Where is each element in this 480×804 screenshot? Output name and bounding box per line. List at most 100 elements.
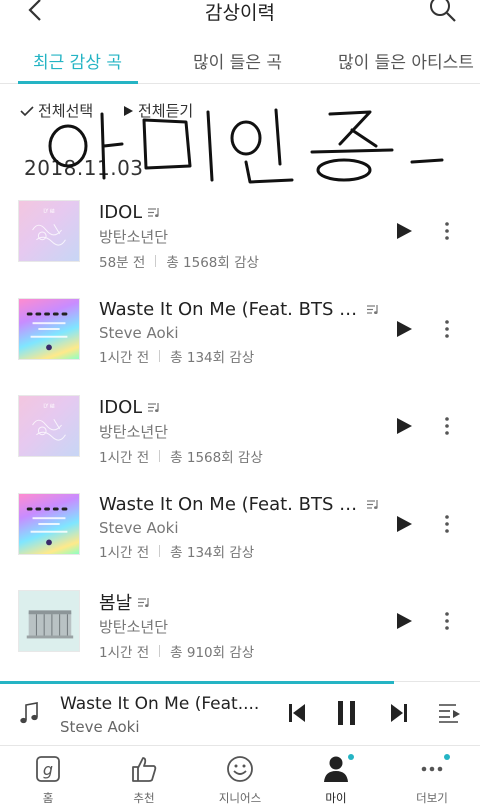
thumbs-up-icon: [132, 757, 157, 782]
tab-bar: 최근 감상 곡 많이 들은 곡 많이 들은 아티스트: [0, 40, 480, 84]
played-time: 1시간 전: [99, 645, 150, 661]
previous-track-icon[interactable]: [287, 702, 307, 724]
music-note-icon: [20, 702, 38, 724]
song-row[interactable]: LY 結 IDOL 방탄소년단 58분 전 총 1568회 감상: [0, 183, 480, 281]
divider: [159, 349, 161, 362]
song-meta: 1시간 전 총 134회 감상: [99, 346, 389, 366]
bottom-nav: g 홈 추천 지니어스 마이 더보기: [0, 745, 480, 804]
song-row[interactable]: 봄날방탄소년단 1시간 전 총 910회 감상: [0, 573, 480, 671]
divider: [159, 450, 161, 462]
date-header: 2018.11.03: [24, 156, 144, 180]
play-count: 총 1568회 감상: [166, 255, 259, 271]
divider: [155, 255, 157, 267]
play-icon[interactable]: [394, 611, 414, 631]
tab-indicator: [18, 81, 138, 84]
pause-icon[interactable]: [336, 700, 358, 726]
tab-most-played-artists[interactable]: 많이 들은 아티스트: [338, 48, 474, 73]
lyrics-icon: [367, 500, 378, 509]
list-actions: 전체선택 전체듣기: [0, 100, 480, 126]
page-title: 감상이력: [205, 2, 275, 24]
tab-most-played-songs[interactable]: 많이 들은 곡: [193, 48, 282, 73]
progress-bar[interactable]: [0, 681, 394, 684]
song-row[interactable]: LY 結 IDOL 방탄소년단 1시간 전 총 1568회 감상: [0, 378, 480, 476]
song-artist: Steve Aoki: [99, 323, 179, 342]
lyrics-icon: [148, 402, 159, 412]
song-row[interactable]: Waste It On Me (Feat. BTS (… Steve Aoki 1시…: [0, 476, 480, 574]
search-icon[interactable]: [428, 0, 458, 24]
nav-item-recommend[interactable]: 추천: [96, 746, 192, 804]
album-art[interactable]: LY 結: [18, 200, 80, 262]
now-playing-artist: Steve Aoki: [60, 718, 140, 736]
svg-text:g: g: [43, 760, 53, 779]
more-vertical-icon[interactable]: [440, 219, 454, 243]
song-row[interactable]: Waste It On Me (Feat. BTS (… Steve Aoki 1시…: [0, 281, 480, 379]
play-all-label: 전체듣기: [138, 102, 194, 120]
play-count: 총 134회 감상: [170, 544, 255, 561]
nav-label-my: 마이: [325, 791, 347, 804]
played-time: 58분 전: [99, 255, 146, 271]
svg-text:LY 結: LY 結: [43, 208, 55, 215]
play-icon[interactable]: [394, 416, 414, 436]
play-count: 총 910회 감상: [170, 645, 255, 661]
tab-recent-songs[interactable]: 최근 감상 곡: [33, 48, 122, 73]
divider: [159, 544, 161, 557]
nav-label-more: 더보기: [416, 791, 448, 804]
play-icon[interactable]: [394, 319, 414, 339]
play-icon: [124, 105, 133, 116]
next-track-icon[interactable]: [389, 702, 409, 724]
divider: [159, 645, 161, 657]
song-title: 봄날: [99, 593, 133, 614]
more-vertical-icon[interactable]: [440, 609, 454, 633]
song-list: LY 結 IDOL 방탄소년단 58분 전총 1568회 감상 Waste It On …: [0, 183, 480, 671]
lyrics-icon: [138, 597, 149, 607]
song-info: Waste It On Me (Feat. BTS (… Steve Aoki 1시…: [99, 493, 389, 561]
play-count: 총 1568회 감상: [170, 450, 263, 466]
more-horizontal-icon: [421, 766, 443, 772]
song-title: Waste It On Me (Feat. BTS (…: [99, 494, 361, 515]
notification-dot: [348, 754, 354, 760]
playlist-icon[interactable]: [438, 702, 462, 724]
song-meta: 1시간 전 총 910회 감상: [99, 641, 389, 661]
play-all-button[interactable]: 전체듣기: [122, 100, 193, 121]
song-artist: 방탄소년단: [99, 618, 169, 636]
album-art[interactable]: [18, 297, 80, 360]
nav-item-genius[interactable]: 지니어스: [192, 746, 288, 804]
played-time: 1시간 전: [99, 349, 150, 366]
album-art[interactable]: LY 結: [18, 395, 80, 457]
person-icon: [324, 756, 348, 782]
played-time: 1시간 전: [99, 544, 150, 561]
home-icon: g: [36, 756, 60, 782]
album-art[interactable]: [18, 590, 80, 652]
song-title: IDOL: [99, 396, 143, 418]
nav-item-home[interactable]: g 홈: [0, 746, 96, 804]
nav-item-my[interactable]: 마이: [288, 746, 384, 804]
song-info: 봄날방탄소년단 1시간 전 총 910회 감상: [99, 590, 389, 661]
play-icon[interactable]: [394, 221, 414, 241]
more-vertical-icon[interactable]: [440, 512, 454, 536]
song-meta: 1시간 전 총 1568회 감상: [99, 446, 389, 466]
song-title: Waste It On Me (Feat. BTS (…: [99, 299, 361, 320]
album-art[interactable]: [18, 492, 80, 555]
select-all-button[interactable]: 전체선택: [20, 100, 93, 121]
notification-dot: [444, 754, 450, 760]
lyrics-icon: [367, 305, 378, 314]
nav-item-more[interactable]: 더보기: [384, 746, 480, 804]
svg-text:LY 結: LY 結: [43, 403, 55, 410]
now-playing-title: Waste It On Me (Feat....: [60, 694, 260, 714]
nav-label-recommend: 추천: [133, 791, 155, 804]
song-artist: 방탄소년단: [99, 228, 169, 246]
more-vertical-icon[interactable]: [440, 317, 454, 341]
checkmark-icon: [20, 105, 34, 116]
play-icon[interactable]: [394, 514, 414, 534]
smiley-icon: [227, 756, 253, 782]
song-info: IDOL 방탄소년단 1시간 전 총 1568회 감상: [99, 395, 389, 467]
play-count: 총 134회 감상: [170, 349, 255, 366]
more-vertical-icon[interactable]: [440, 414, 454, 438]
song-artist: 방탄소년단: [99, 423, 169, 441]
select-all-label: 전체선택: [38, 102, 94, 120]
song-info: IDOL 방탄소년단 58분 전 총 1568회 감상: [99, 200, 389, 272]
nav-label-genius: 지니어스: [218, 791, 262, 804]
mini-player[interactable]: Waste It On Me (Feat.... Steve Aoki: [0, 681, 480, 745]
song-meta: 58분 전 총 1568회 감상: [99, 251, 389, 271]
nav-label-home: 홈: [42, 791, 54, 804]
